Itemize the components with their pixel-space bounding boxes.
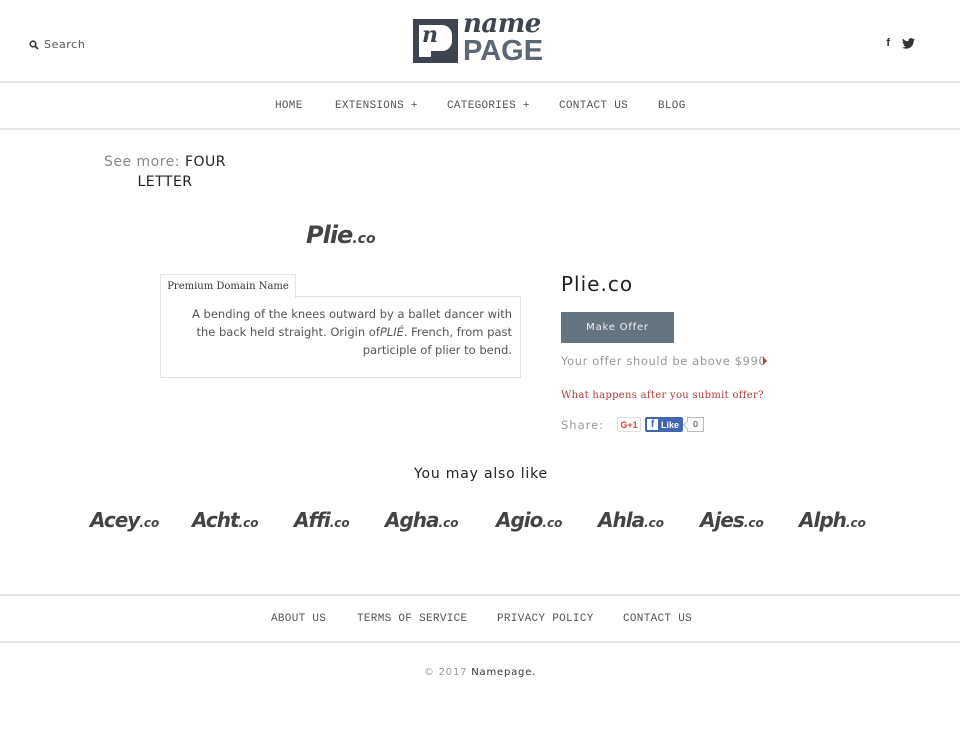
related-domain-tld: .co	[743, 516, 764, 530]
make-offer-button[interactable]: Make Offer	[561, 312, 674, 343]
related-domain[interactable]: Acey.co	[90, 508, 159, 532]
search-trigger[interactable]: Search	[29, 38, 85, 51]
related-domain[interactable]: Acht.co	[192, 508, 258, 532]
related-domain[interactable]: Agio.co	[496, 508, 562, 532]
copyright-prefix: © 2017	[423, 667, 468, 678]
related-domain-name: Agha	[385, 508, 440, 532]
related-domain-tld: .co	[845, 516, 866, 530]
footer-nav: ABOUT US TERMS OF SERVICE PRIVACY POLICY…	[0, 594, 960, 643]
domain-description: A bending of the knees outward by a ball…	[160, 296, 521, 378]
related-domain[interactable]: Agha.co	[385, 508, 458, 532]
logo-mark-letter: n	[422, 22, 438, 48]
related-domain-tld: .co	[139, 516, 160, 530]
related-domain-name: Affi	[294, 508, 331, 532]
related-domain-tld: .co	[238, 516, 259, 530]
nav-extensions[interactable]: EXTENSIONS +	[335, 100, 418, 112]
facebook-like-label: Like	[661, 419, 680, 430]
tab-premium-domain-name[interactable]: Premium Domain Name	[160, 274, 296, 298]
domain-title: Plie.co	[561, 272, 634, 296]
copyright-brand-link[interactable]: Namepage.	[471, 667, 536, 678]
related-domain-name: Ajes	[700, 508, 745, 532]
facebook-like-button[interactable]: f Like	[645, 417, 684, 432]
related-domain-name: Agio	[496, 508, 543, 532]
related-domain[interactable]: Ajes.co	[700, 508, 764, 532]
nav-home[interactable]: HOME	[275, 100, 303, 112]
description-em: PLIÉ	[379, 325, 404, 339]
logo-bottom-text: PAGE	[463, 35, 544, 67]
search-label: Search	[44, 38, 86, 51]
domain-logo: Plie.co	[306, 221, 376, 249]
nav-blog[interactable]: BLOG	[658, 100, 686, 112]
related-domain[interactable]: Ahla.co	[598, 508, 664, 532]
domain-logo-name: Plie	[306, 221, 353, 249]
nav-categories[interactable]: CATEGORIES +	[447, 100, 530, 112]
footer-terms-of-service[interactable]: TERMS OF SERVICE	[357, 613, 467, 625]
related-domain[interactable]: Affi.co	[294, 508, 350, 532]
offer-minimum-note: Your offer should be above $990	[561, 354, 767, 368]
nav-contact-us[interactable]: CONTACT US	[559, 100, 628, 112]
footer-contact-us[interactable]: CONTACT US	[623, 613, 692, 625]
related-domain-name: Ahla	[598, 508, 645, 532]
footer-about-us[interactable]: ABOUT US	[271, 613, 326, 625]
share-bar: Share: G+1 f Like 0	[561, 417, 705, 432]
twitter-icon[interactable]	[902, 37, 915, 49]
copyright: © 2017 Namepage.	[0, 667, 960, 678]
related-domain-tld: .co	[329, 516, 350, 530]
social-links: f	[886, 37, 915, 49]
caret-right-icon[interactable]	[763, 357, 767, 365]
facebook-icon[interactable]: f	[886, 37, 890, 49]
site-logo[interactable]: n name PAGE	[413, 9, 549, 67]
footer-privacy-policy[interactable]: PRIVACY POLICY	[497, 613, 594, 625]
related-domain-name: Acht	[192, 508, 240, 532]
facebook-like-count: 0	[687, 417, 705, 432]
site-header: Search n name PAGE f	[0, 0, 960, 83]
related-domain-tld: .co	[438, 516, 459, 530]
search-icon	[29, 39, 39, 50]
related-domain-name: Alph	[799, 508, 847, 532]
related-domain-tld: .co	[644, 516, 664, 530]
share-label: Share:	[561, 417, 605, 432]
see-more-label: See more:	[103, 154, 181, 170]
logo-mark: n	[413, 19, 458, 63]
google-plus-button[interactable]: G+1	[617, 417, 641, 432]
facebook-icon: f	[647, 419, 658, 430]
see-more: See more: FOUR LETTER	[100, 152, 230, 192]
related-heading: You may also like	[414, 466, 548, 482]
domain-logo-tld: .co	[352, 231, 376, 247]
related-domain-name: Acey	[90, 508, 140, 532]
offer-help-link[interactable]: What happens after you submit offer?	[561, 390, 764, 401]
related-domain-tld: .co	[542, 516, 563, 530]
main-nav: HOME EXTENSIONS + CATEGORIES + CONTACT U…	[0, 83, 960, 130]
related-domain[interactable]: Alph.co	[799, 508, 866, 532]
